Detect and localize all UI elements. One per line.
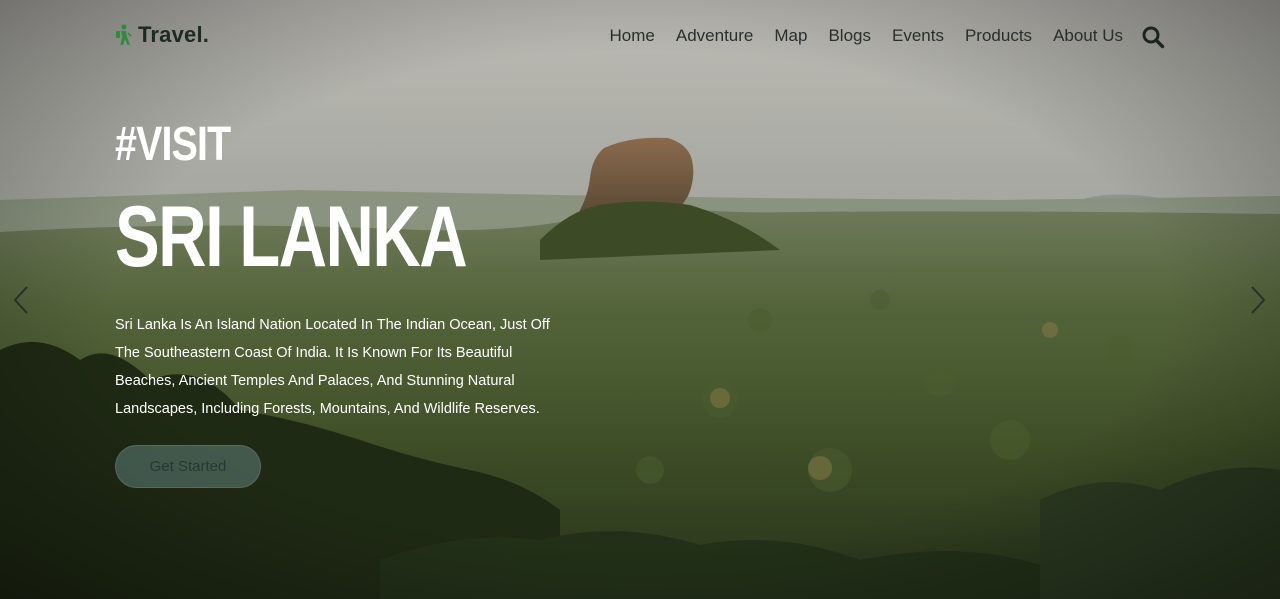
nav-item-adventure[interactable]: Adventure xyxy=(676,26,754,45)
hero-description: Sri Lanka Is An Island Nation Located In… xyxy=(115,317,550,417)
hero-content: #VISIT SRI LANKA Sri Lanka Is An Island … xyxy=(115,118,585,488)
hero-hashtag: #VISIT xyxy=(115,118,231,171)
hero-title: SRI LANKA xyxy=(115,189,468,285)
carousel-next-button[interactable] xyxy=(1249,285,1267,315)
navbar: Travel. Home Adventure Map Blogs Events … xyxy=(0,0,1280,74)
logo-text: Travel. xyxy=(138,22,210,47)
carousel-prev-button[interactable] xyxy=(12,285,30,315)
nav-item-events[interactable]: Events xyxy=(892,26,944,45)
nav-menu: Home Adventure Map Blogs Events Products… xyxy=(610,26,1123,46)
nav-item-map[interactable]: Map xyxy=(774,26,807,45)
chevron-right-icon xyxy=(1251,286,1266,314)
hero-section: Travel. Home Adventure Map Blogs Events … xyxy=(0,0,1280,599)
nav-item-home[interactable]: Home xyxy=(610,26,655,45)
nav-item-blogs[interactable]: Blogs xyxy=(828,26,871,45)
search-icon xyxy=(1142,26,1165,49)
logo-link[interactable]: Travel. xyxy=(114,22,209,48)
chevron-left-icon xyxy=(13,286,28,314)
hiker-icon xyxy=(114,24,134,46)
get-started-button[interactable]: Get Started xyxy=(115,445,261,488)
nav-item-products[interactable]: Products xyxy=(965,26,1032,45)
search-button[interactable] xyxy=(1141,25,1165,49)
nav-item-about-us[interactable]: About Us xyxy=(1053,26,1123,45)
